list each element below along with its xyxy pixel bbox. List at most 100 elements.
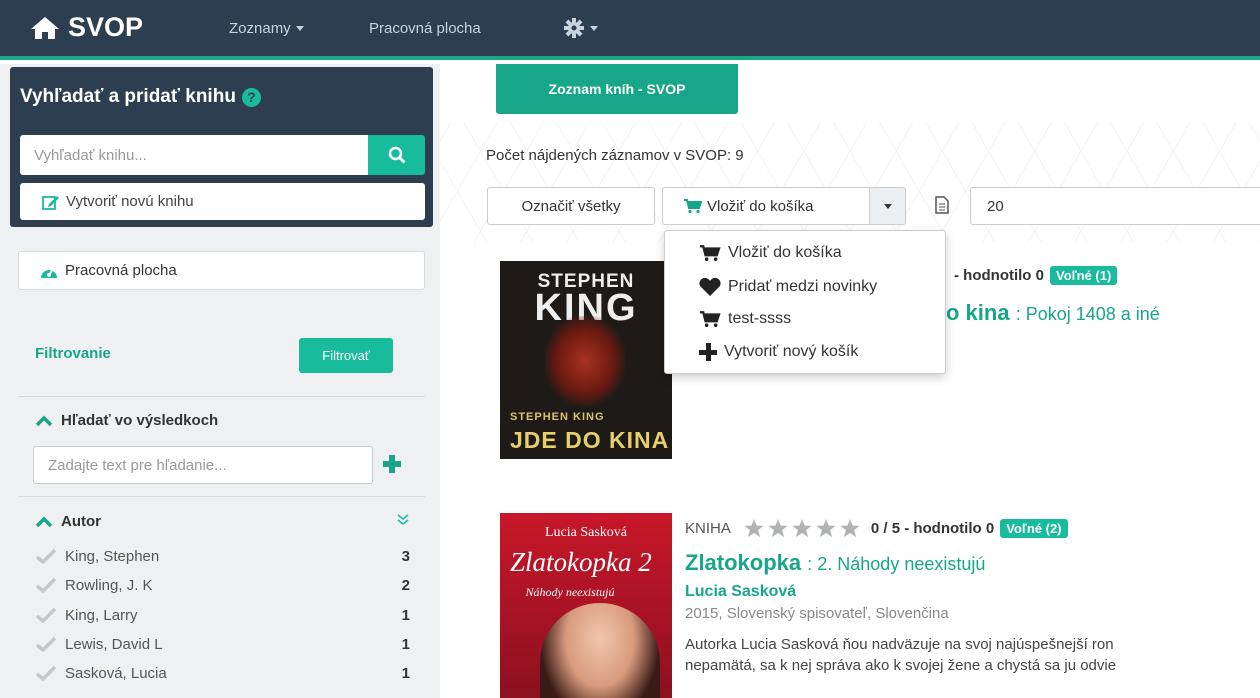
check-icon	[35, 636, 57, 652]
author-count: 1	[401, 606, 410, 624]
caret-down-icon	[883, 203, 892, 209]
create-book-label: Vytvoriť novú knihu	[66, 193, 194, 210]
author-filter-item[interactable]: King, Stephen 3	[35, 545, 410, 567]
filter-label: Filtrovanie	[35, 345, 111, 362]
check-icon	[35, 607, 57, 623]
author-filter-item[interactable]: Rowling, J. K 2	[35, 574, 410, 596]
author-name: Rowling, J. K	[65, 576, 153, 594]
menu-desktop[interactable]: Pracovná plocha	[369, 20, 481, 37]
rating-text: - hodnotilo 0	[954, 267, 1044, 284]
dropdown-add-to-cart[interactable]: Vložiť do košíka	[698, 244, 842, 262]
rating-text: 0 / 5 - hodnotilo 0	[870, 519, 995, 537]
cover-author: Lucia Sasková	[544, 525, 628, 540]
caret-down-icon	[295, 26, 304, 31]
description-line: nepamätá, sa k nej správa ako k svojej ž…	[685, 657, 1117, 674]
menu-settings[interactable]	[563, 17, 598, 39]
help-icon[interactable]: ?	[241, 87, 261, 107]
gear-icon	[564, 18, 584, 38]
menu-lists[interactable]: Zoznamy	[229, 20, 304, 37]
double-chevron-down-icon[interactable]	[396, 513, 410, 527]
sidebar: Vyhľadať a pridať knihu ? Vytvoriť novú …	[0, 64, 440, 698]
dropdown-test-cart[interactable]: test-ssss	[698, 310, 791, 328]
tab-book-list[interactable]: Zoznam kníh - SVOP	[496, 64, 738, 114]
dashboard-icon	[41, 267, 57, 278]
cover-subtitle: Náhody neexistujú	[525, 585, 615, 599]
dropdown-add-news[interactable]: Pridať medzi novinky	[698, 277, 877, 297]
select-all-button[interactable]: Označiť všetky	[487, 187, 655, 225]
cart-icon	[699, 245, 721, 261]
results-search-input[interactable]	[33, 446, 373, 484]
document-icon	[935, 196, 949, 214]
edit-icon	[42, 195, 59, 210]
cart-dropdown-toggle[interactable]	[869, 187, 906, 225]
search-button[interactable]	[368, 135, 425, 175]
search-panel: Vyhľadať a pridať knihu ? Vytvoriť novú …	[10, 67, 433, 227]
cover-number: 2	[638, 547, 652, 577]
author-filter-item[interactable]: Lewis, David L 1	[35, 633, 410, 655]
author-section-title: Autor	[61, 513, 101, 530]
create-book-button[interactable]: Vytvoriť novú knihu	[20, 183, 425, 220]
plus-icon	[699, 343, 717, 361]
cart-icon	[684, 199, 703, 214]
cover-title: Zlatokopka 2	[510, 547, 652, 578]
cover-title-text: Zlatokopka	[510, 547, 632, 577]
author-filter-item[interactable]: Sasková, Lucia 1	[35, 662, 410, 684]
check-icon	[35, 577, 57, 593]
dropdown-label: Pridať medzi novinky	[728, 278, 878, 295]
check-icon	[35, 665, 57, 681]
book-type: KNIHA	[685, 519, 731, 537]
author-name: Lewis, David L	[65, 635, 163, 653]
book-publication: 2015, Slovenský spisovateľ, Slovenčina	[685, 605, 949, 622]
dashboard-button[interactable]: Pracovná plocha	[18, 251, 425, 290]
dashboard-label: Pracovná plocha	[65, 262, 177, 279]
book-search-input[interactable]	[20, 135, 368, 175]
dropdown-new-cart[interactable]: Vytvoriť nový košík	[698, 342, 858, 362]
book-title-link[interactable]: o kina : Pokoj 1408 a iné	[946, 300, 1160, 326]
author-filter-item[interactable]: King, Larry 1	[35, 604, 410, 626]
book-subtitle: : 2. Náhody neexistujú	[807, 554, 986, 574]
divider	[18, 496, 425, 497]
book-title-text: o kina	[946, 300, 1010, 325]
description-line: Autorka Lucia Sasková ňou nadväzuje na s…	[685, 636, 1114, 653]
book-description: Autorka Lucia Sasková ňou nadväzuje na s…	[685, 634, 1260, 676]
book-cover[interactable]: Lucia Sasková Zlatokopka 2 Náhody neexis…	[500, 513, 672, 698]
chevron-up-icon	[35, 516, 53, 527]
book-meta: - hodnotilo 0 Voľné (1)	[954, 266, 1118, 285]
divider	[18, 396, 425, 397]
search-title: Vyhľadať a pridať knihu ?	[20, 86, 261, 108]
add-to-cart-label: Vložiť do košíka	[707, 197, 814, 215]
author-count: 2	[401, 576, 410, 594]
add-to-cart-button[interactable]: Vložiť do košíka	[662, 187, 870, 225]
author-name: King, Larry	[65, 606, 138, 624]
plus-icon[interactable]	[381, 453, 403, 475]
book-meta: KNIHA 0 / 5 - hodnotilo 0 Voľné (2)	[685, 518, 1068, 538]
brand-text: SVOP	[68, 12, 144, 42]
results-search-title: Hľadať vo výsledkoch	[61, 412, 219, 429]
result-count: Počet nájdených záznamov v SVOP: 9	[486, 147, 744, 164]
menu-lists-label: Zoznamy	[229, 20, 291, 37]
page-size-select[interactable]: 20	[970, 187, 1260, 225]
cover-small-author: STEPHEN KING	[510, 411, 605, 423]
book-author-link[interactable]: Lucia Sasková	[685, 583, 796, 601]
author-name: King, Stephen	[65, 547, 160, 565]
book-title-text: Zlatokopka	[685, 550, 802, 575]
author-section-toggle[interactable]: Autor	[35, 513, 101, 530]
cart-icon	[699, 311, 721, 327]
dropdown-label: test-ssss	[728, 310, 792, 327]
home-icon	[31, 16, 59, 39]
rating-stars[interactable]	[743, 518, 865, 538]
filter-button[interactable]: Filtrovať	[299, 338, 393, 373]
book-cover[interactable]: STEPHEN KING STEPHEN KING JDE DO KINA	[500, 261, 672, 459]
cover-art	[545, 316, 625, 406]
top-navbar: SVOP Zoznamy Pracovná plocha	[0, 0, 1260, 60]
book-subtitle: : Pokoj 1408 a iné	[1015, 304, 1160, 324]
brand-link[interactable]: SVOP	[30, 12, 143, 43]
results-search-toggle[interactable]: Hľadať vo výsledkoch	[35, 412, 218, 429]
search-icon	[388, 146, 406, 164]
book-title-link[interactable]: Zlatokopka : 2. Náhody neexistujú	[685, 550, 985, 576]
availability-badge[interactable]: Voľné (1)	[1049, 266, 1118, 285]
availability-badge[interactable]: Voľné (2)	[1000, 518, 1068, 538]
author-count: 1	[401, 664, 410, 682]
menu-desktop-label: Pracovná plocha	[369, 20, 481, 37]
heart-icon	[699, 277, 721, 296]
